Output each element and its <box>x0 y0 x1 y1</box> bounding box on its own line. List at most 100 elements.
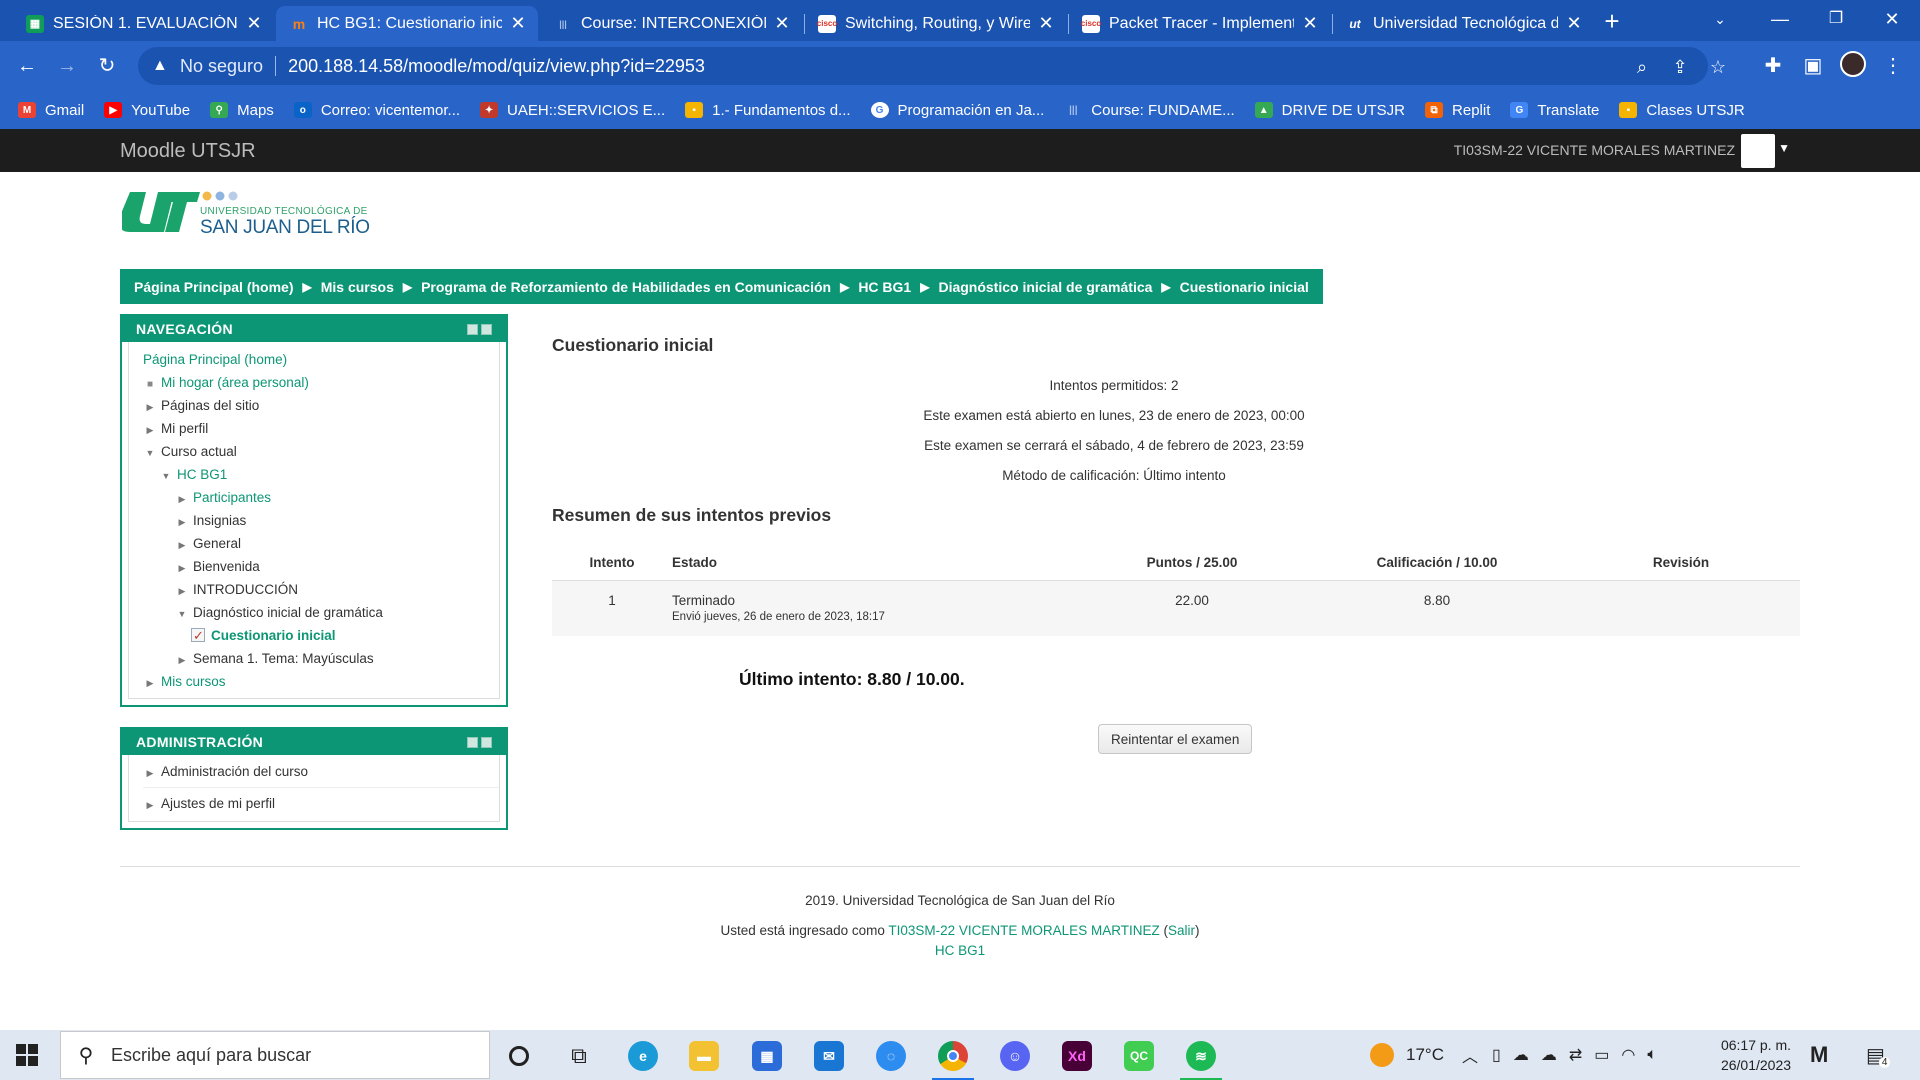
nav-link[interactable]: Cuestionario inicial <box>211 628 336 643</box>
nav-item-welcome[interactable]: ▶ Bienvenida <box>143 555 499 578</box>
breadcrumb-item[interactable]: Cuestionario inicial <box>1180 279 1309 295</box>
microsoft-store-icon[interactable]: ▦ <box>740 1035 794 1077</box>
chrome-icon[interactable] <box>926 1035 980 1080</box>
bookmark-replit[interactable]: ⧉ Replit <box>1425 102 1490 119</box>
spotify-icon[interactable]: ≋ <box>1174 1035 1228 1080</box>
bookmark-programacion[interactable]: G Programación en Ja... <box>870 102 1044 119</box>
bookmark-translate[interactable]: G Translate <box>1510 102 1599 119</box>
admin-item-course[interactable]: ▶ Administración del curso <box>143 756 499 788</box>
bookmark-correo[interactable]: o Correo: vicentemor... <box>293 102 460 119</box>
bookmark-drive[interactable]: ▲ DRIVE DE UTSJR <box>1254 102 1405 119</box>
expand-arrow-icon[interactable]: ▶ <box>175 511 189 534</box>
reattempt-button[interactable]: Reintentar el examen <box>1098 724 1253 754</box>
nav-item-general[interactable]: ▶ General <box>143 532 499 555</box>
nav-link[interactable]: Participantes <box>193 490 271 505</box>
address-bar[interactable]: ▲ No seguro 200.188.14.58/moodle/mod/qui… <box>138 47 1726 85</box>
close-tab-icon[interactable]: ✕ <box>244 13 264 34</box>
bookmark-uaeh[interactable]: ✦ UAEH::SERVICIOS E... <box>480 102 665 119</box>
user-avatar[interactable] <box>1741 134 1775 168</box>
nav-item-course[interactable]: ▼ HC BG1 <box>143 463 499 486</box>
nav-item-week1[interactable]: ▶ Semana 1. Tema: Mayúsculas <box>143 647 499 670</box>
collapse-arrow-icon[interactable]: ▼ <box>159 465 173 488</box>
new-tab-button[interactable]: + <box>1598 8 1626 36</box>
nav-link[interactable]: Mi hogar (área personal) <box>161 375 309 390</box>
nav-link[interactable]: Mis cursos <box>161 674 226 689</box>
expand-arrow-icon[interactable]: ▶ <box>143 396 157 419</box>
user-menu-caret-icon[interactable]: ▼ <box>1778 141 1790 155</box>
close-window-button[interactable]: ✕ <box>1862 0 1920 41</box>
expand-arrow-icon[interactable]: ▶ <box>143 757 157 789</box>
dock-block-icon[interactable] <box>481 737 492 748</box>
footer-user-link[interactable]: TI03SM-22 VICENTE MORALES MARTINEZ <box>888 923 1159 938</box>
windows-start-icon[interactable] <box>16 1044 38 1066</box>
profile-avatar[interactable] <box>1838 51 1868 81</box>
minimize-button[interactable]: — <box>1750 0 1810 41</box>
expand-arrow-icon[interactable]: ▶ <box>175 557 189 580</box>
taskbar-search[interactable]: ⚲ Escribe aquí para buscar <box>60 1031 490 1079</box>
admin-item-profile-settings[interactable]: ▶ Ajustes de mi perfil <box>143 788 499 820</box>
mail-icon[interactable]: ✉ <box>802 1035 856 1077</box>
bookmark-maps[interactable]: ⚲ Maps <box>210 102 274 119</box>
close-tab-icon[interactable]: ✕ <box>1564 13 1584 34</box>
nav-item-intro[interactable]: ▶ INTRODUCCIÓN <box>143 578 499 601</box>
collapse-arrow-icon[interactable]: ▼ <box>143 442 157 465</box>
discord-icon[interactable]: ☺ <box>988 1035 1042 1077</box>
reload-button[interactable]: ↻ <box>92 51 122 81</box>
bookmark-course-fundame[interactable]: ||| Course: FUNDAME... <box>1064 102 1235 119</box>
wifi-icon[interactable]: ◠ <box>1621 1045 1635 1065</box>
url-text[interactable]: 200.188.14.58/moodle/mod/quiz/view.php?i… <box>288 56 705 77</box>
security-label[interactable]: No seguro <box>180 56 263 77</box>
expand-arrow-icon[interactable]: ▶ <box>143 672 157 695</box>
bookmark-youtube[interactable]: ▶ YouTube <box>104 102 190 119</box>
dock-block-icon[interactable] <box>481 324 492 335</box>
nav-item-site-pages[interactable]: ▶ Páginas del sitio <box>143 394 499 417</box>
nav-link[interactable]: Página Principal (home) <box>143 352 287 367</box>
volume-icon[interactable]: 🔈︎ <box>1647 1046 1657 1064</box>
nav-item-profile[interactable]: ▶ Mi perfil <box>143 417 499 440</box>
logout-link[interactable]: Salir <box>1168 923 1195 938</box>
adobe-xd-icon[interactable]: Xd <box>1050 1035 1104 1077</box>
tab-packet-tracer[interactable]: cisco Packet Tracer - Implementa ✕ <box>1068 6 1330 41</box>
expand-arrow-icon[interactable]: ▶ <box>175 649 189 672</box>
notifications-icon[interactable]: ▤ 4 <box>1866 1030 1891 1080</box>
expand-arrow-icon[interactable]: ▶ <box>175 534 189 557</box>
close-tab-icon[interactable]: ✕ <box>508 13 528 34</box>
collapse-block-icon[interactable] <box>467 324 478 335</box>
university-logo[interactable]: UNIVERSIDAD TECNOLÓGICA DE SAN JUAN DEL … <box>119 186 382 242</box>
site-brand[interactable]: Moodle UTSJR <box>120 140 256 163</box>
share-icon[interactable]: ⇪ <box>1668 55 1692 79</box>
edge-icon[interactable]: e <box>616 1035 670 1077</box>
footer-course-link[interactable]: HC BG1 <box>935 943 985 958</box>
nav-item-my-courses[interactable]: ▶ Mis cursos <box>143 670 499 693</box>
browser-menu-icon[interactable]: ⋮ <box>1878 51 1908 81</box>
maximize-button[interactable]: ❐ <box>1806 0 1866 41</box>
tab-search-button[interactable]: ⌄ <box>1690 0 1750 41</box>
nav-link[interactable]: HC BG1 <box>177 467 227 482</box>
battery-icon[interactable]: ▭ <box>1594 1045 1609 1065</box>
expand-arrow-icon[interactable]: ▶ <box>143 419 157 442</box>
file-explorer-icon[interactable]: ▬ <box>677 1035 731 1077</box>
nav-item-diagnostic[interactable]: ▼ Diagnóstico inicial de gramática <box>143 601 499 624</box>
chevron-up-icon[interactable]: ︿ <box>1462 1043 1478 1067</box>
nav-item-current-course[interactable]: ▼ Curso actual <box>143 440 499 463</box>
bookmark-clases[interactable]: ▪ Clases UTSJR <box>1619 102 1745 119</box>
taskbar-clock[interactable]: 06:17 p. m. 26/01/2023 <box>1706 1035 1806 1075</box>
qt-creator-icon[interactable]: QC <box>1112 1035 1166 1077</box>
search-placeholder[interactable]: Escribe aquí para buscar <box>111 1045 311 1066</box>
bookmark-fundamentos[interactable]: ▪ 1.- Fundamentos d... <box>685 102 851 119</box>
forward-button[interactable]: → <box>52 51 82 81</box>
nav-item-badges[interactable]: ▶ Insignias <box>143 509 499 532</box>
expand-arrow-icon[interactable]: ▶ <box>143 789 157 821</box>
nav-item-my-home[interactable]: ■ Mi hogar (área personal) <box>143 371 499 394</box>
nav-item-quiz[interactable]: Cuestionario inicial <box>143 624 499 647</box>
tab-hc-bg1-quiz[interactable]: m HC BG1: Cuestionario inicial ✕ <box>276 6 538 41</box>
bookmark-star-icon[interactable]: ☆ <box>1706 55 1730 79</box>
nav-item-participants[interactable]: ▶ Participantes <box>143 486 499 509</box>
close-tab-icon[interactable]: ✕ <box>1300 13 1320 34</box>
collapse-block-icon[interactable] <box>467 737 478 748</box>
nav-item-home[interactable]: Página Principal (home) <box>143 348 499 371</box>
close-tab-icon[interactable]: ✕ <box>1036 13 1056 34</box>
warning-icon[interactable]: ▲ <box>152 57 174 75</box>
expand-arrow-icon[interactable]: ▶ <box>175 580 189 603</box>
extensions-icon[interactable]: ✚ <box>1758 51 1788 81</box>
